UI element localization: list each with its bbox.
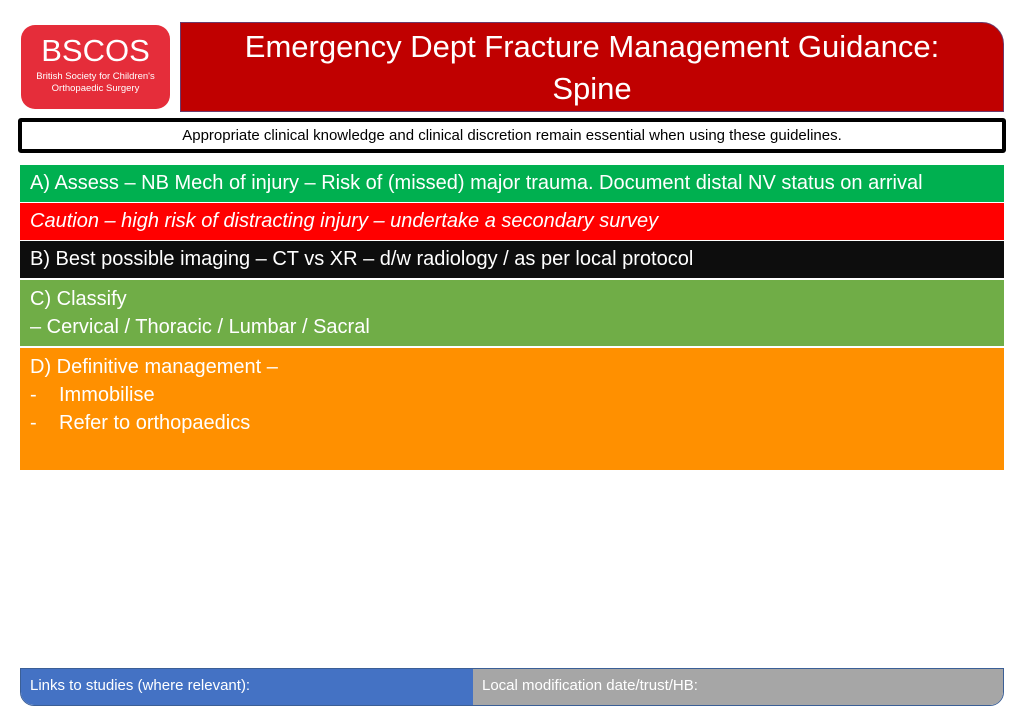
definitive-item-text: Immobilise [59,384,155,406]
assess-text: A) Assess – NB Mech of injury – Risk of … [30,172,923,194]
logo-subtitle-line2: Orthopaedic Surgery [51,83,140,94]
caution-text: Caution – high risk of distracting injur… [30,210,659,232]
logo-subtitle: British Society for Children's Orthopaed… [21,71,170,95]
caution-section: Caution – high risk of distracting injur… [20,203,1004,240]
footer: Links to studies (where relevant): Local… [20,668,1004,706]
logo-brand: BSCOS [41,33,150,68]
definitive-item: - Immobilise [30,381,1004,409]
bullet-dash: - [30,412,37,434]
disclaimer-box: Appropriate clinical knowledge and clini… [18,118,1006,153]
title-line2: Spine [552,71,632,106]
classify-section: C) Classify – Cervical / Thoracic / Lumb… [20,280,1004,346]
assess-section: A) Assess – NB Mech of injury – Risk of … [20,165,1004,202]
imaging-text: B) Best possible imaging – CT vs XR – d/… [30,248,694,270]
page-title: Emergency Dept Fracture Management Guida… [180,22,1004,112]
links-to-studies: Links to studies (where relevant): [21,669,473,705]
definitive-item-text: Refer to orthopaedics [59,412,251,434]
definitive-item: - Refer to orthopaedics [30,409,1004,437]
definitive-section: D) Definitive management – - Immobilise … [20,348,1004,470]
classify-detail: – Cervical / Thoracic / Lumbar / Sacral [30,316,370,338]
local-modification: Local modification date/trust/HB: [473,669,1003,705]
links-label: Links to studies (where relevant): [30,677,251,694]
local-label: Local modification date/trust/HB: [482,677,698,694]
definitive-heading: D) Definitive management – [30,356,278,378]
bullet-dash: - [30,384,37,406]
imaging-section: B) Best possible imaging – CT vs XR – d/… [20,241,1004,278]
disclaimer-text: Appropriate clinical knowledge and clini… [182,127,842,144]
bscos-logo: BSCOS British Society for Children's Ort… [21,25,170,109]
title-line1: Emergency Dept Fracture Management Guida… [244,29,940,64]
classify-heading: C) Classify [30,288,127,310]
logo-subtitle-line1: British Society for Children's [36,71,155,82]
